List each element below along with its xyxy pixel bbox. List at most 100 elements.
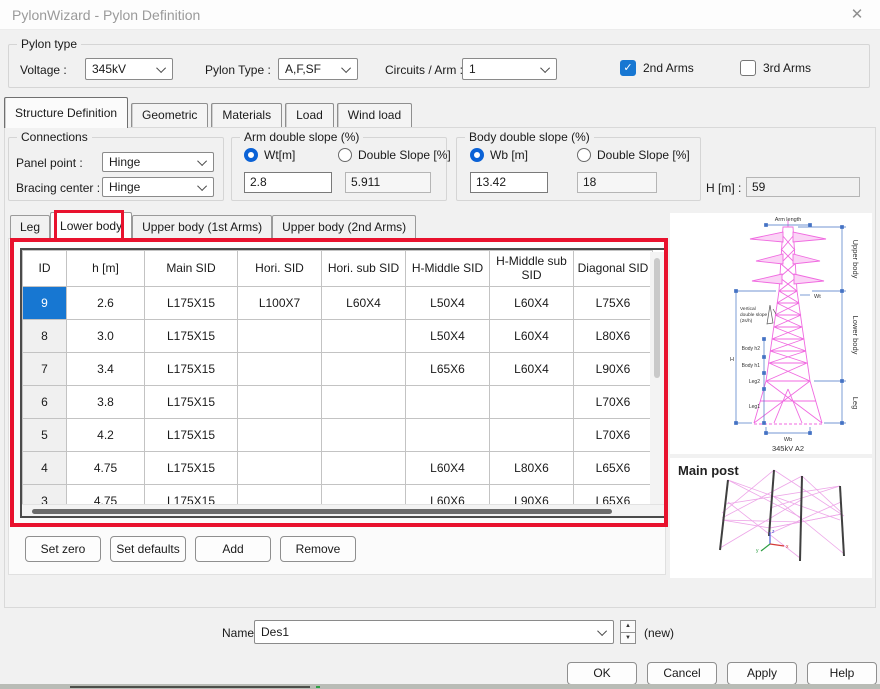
table-cell[interactable]: 2.6 [67, 287, 145, 320]
table-cell[interactable] [322, 386, 406, 419]
wb-input[interactable]: 13.42 [470, 172, 548, 193]
vertical-scrollbar-thumb[interactable] [654, 258, 660, 378]
table-cell[interactable]: L65X6 [406, 353, 490, 386]
horizontal-scrollbar-thumb[interactable] [32, 509, 612, 514]
diagram-leg-label: Leg [851, 397, 860, 410]
table-cell[interactable] [490, 419, 574, 452]
help-button[interactable]: Help [807, 662, 877, 685]
table-cell[interactable]: L175X15 [145, 419, 238, 452]
column-header[interactable]: H-Middle SID [406, 251, 490, 287]
column-header[interactable]: Hori. sub SID [322, 251, 406, 287]
table-cell[interactable] [406, 386, 490, 419]
third-arms-checkbox[interactable]: 3rd Arms [740, 60, 811, 76]
arm-double-slope-radio[interactable]: Double Slope [%] [338, 148, 451, 162]
row-id-cell[interactable]: 7 [23, 353, 67, 386]
remove-button[interactable]: Remove [280, 536, 356, 562]
set-zero-button[interactable]: Set zero [25, 536, 101, 562]
name-combobox[interactable]: Des1 [254, 620, 614, 644]
table-cell[interactable]: 4.75 [67, 452, 145, 485]
table-cell[interactable]: L100X7 [238, 287, 322, 320]
add-button[interactable]: Add [195, 536, 271, 562]
apply-button[interactable]: Apply [727, 662, 797, 685]
tab-wind-load[interactable]: Wind load [337, 103, 412, 128]
set-defaults-button[interactable]: Set defaults [110, 536, 186, 562]
table-cell[interactable]: L60X4 [490, 353, 574, 386]
table-cell[interactable]: 3.8 [67, 386, 145, 419]
column-header[interactable]: ID [23, 251, 67, 287]
table-cell[interactable] [322, 419, 406, 452]
pylon-type-select[interactable]: A,F,SF [278, 58, 358, 80]
table-cell[interactable]: L90X6 [574, 353, 653, 386]
spinner-down-icon[interactable]: ▼ [620, 633, 636, 645]
table-cell[interactable] [490, 386, 574, 419]
table-cell[interactable] [406, 419, 490, 452]
h-input[interactable]: 59 [746, 177, 860, 197]
row-id-cell[interactable]: 9 [23, 287, 67, 320]
body-double-slope-radio[interactable]: Double Slope [%] [577, 148, 690, 162]
table-cell[interactable]: L175X15 [145, 353, 238, 386]
row-id-cell[interactable]: 8 [23, 320, 67, 353]
spinner-up-icon[interactable]: ▲ [620, 620, 636, 633]
tab-structure-definition[interactable]: Structure Definition [4, 97, 128, 128]
table-cell[interactable]: L50X4 [406, 320, 490, 353]
tab-geometric[interactable]: Geometric [131, 103, 208, 128]
tab-materials[interactable]: Materials [211, 103, 282, 128]
column-header[interactable]: Main SID [145, 251, 238, 287]
table-cell[interactable]: L70X6 [574, 419, 653, 452]
bracing-center-select[interactable]: Hinge [102, 177, 214, 197]
cancel-button[interactable]: Cancel [647, 662, 717, 685]
horizontal-scrollbar[interactable] [22, 504, 666, 516]
wb-radio[interactable]: Wb [m] [470, 148, 528, 162]
tab-load[interactable]: Load [285, 103, 334, 128]
table-cell[interactable]: L50X4 [406, 287, 490, 320]
table-cell[interactable] [322, 452, 406, 485]
circuits-select[interactable]: 1 [462, 58, 557, 80]
table-cell[interactable]: L75X6 [574, 287, 653, 320]
table-cell[interactable] [238, 452, 322, 485]
arm-double-slope-input[interactable]: 5.911 [345, 172, 431, 193]
wt-radio[interactable]: Wt[m] [244, 148, 295, 162]
second-arms-checkbox[interactable]: ✓ 2nd Arms [620, 60, 694, 76]
table-cell[interactable] [238, 419, 322, 452]
tab-lower-body[interactable]: Lower body [50, 212, 132, 239]
table-cell[interactable]: L60X4 [490, 320, 574, 353]
table-cell[interactable]: L80X6 [574, 320, 653, 353]
close-icon[interactable]: ✕ [846, 5, 868, 25]
table-cell[interactable]: 3.0 [67, 320, 145, 353]
table-cell[interactable]: L70X6 [574, 386, 653, 419]
table-cell[interactable] [322, 353, 406, 386]
table-cell[interactable]: L60X4 [490, 287, 574, 320]
column-header[interactable]: H-Middle sub SID [490, 251, 574, 287]
table-cell[interactable] [322, 320, 406, 353]
table-cell[interactable]: 4.2 [67, 419, 145, 452]
wt-input[interactable]: 2.8 [244, 172, 332, 193]
voltage-select[interactable]: 345kV [85, 58, 173, 80]
column-header[interactable]: Hori. SID [238, 251, 322, 287]
table-cell[interactable]: L175X15 [145, 320, 238, 353]
panel-point-select[interactable]: Hinge [102, 152, 214, 172]
table-cell[interactable]: L60X4 [322, 287, 406, 320]
table-cell[interactable] [238, 353, 322, 386]
table-cell[interactable]: L60X4 [406, 452, 490, 485]
table-cell[interactable] [238, 386, 322, 419]
tab-upper-body-2nd-arms[interactable]: Upper body (2nd Arms) [272, 215, 416, 239]
vertical-scrollbar[interactable] [650, 252, 664, 506]
table-cell[interactable]: L175X15 [145, 386, 238, 419]
table-cell[interactable]: L80X6 [490, 452, 574, 485]
ok-button[interactable]: OK [567, 662, 637, 685]
tab-leg[interactable]: Leg [10, 215, 50, 239]
wb-radio-label: Wb [m] [490, 148, 528, 162]
column-header[interactable]: Diagonal SID [574, 251, 653, 287]
tab-upper-body-1st-arms[interactable]: Upper body (1st Arms) [132, 215, 272, 239]
row-id-cell[interactable]: 4 [23, 452, 67, 485]
voltage-value: 345kV [92, 62, 155, 76]
row-id-cell[interactable]: 5 [23, 419, 67, 452]
row-id-cell[interactable]: 6 [23, 386, 67, 419]
table-cell[interactable]: 3.4 [67, 353, 145, 386]
column-header[interactable]: h [m] [67, 251, 145, 287]
body-double-slope-input[interactable]: 18 [577, 172, 657, 193]
table-cell[interactable]: L175X15 [145, 452, 238, 485]
table-cell[interactable] [238, 320, 322, 353]
table-cell[interactable]: L175X15 [145, 287, 238, 320]
table-cell[interactable]: L65X6 [574, 452, 653, 485]
